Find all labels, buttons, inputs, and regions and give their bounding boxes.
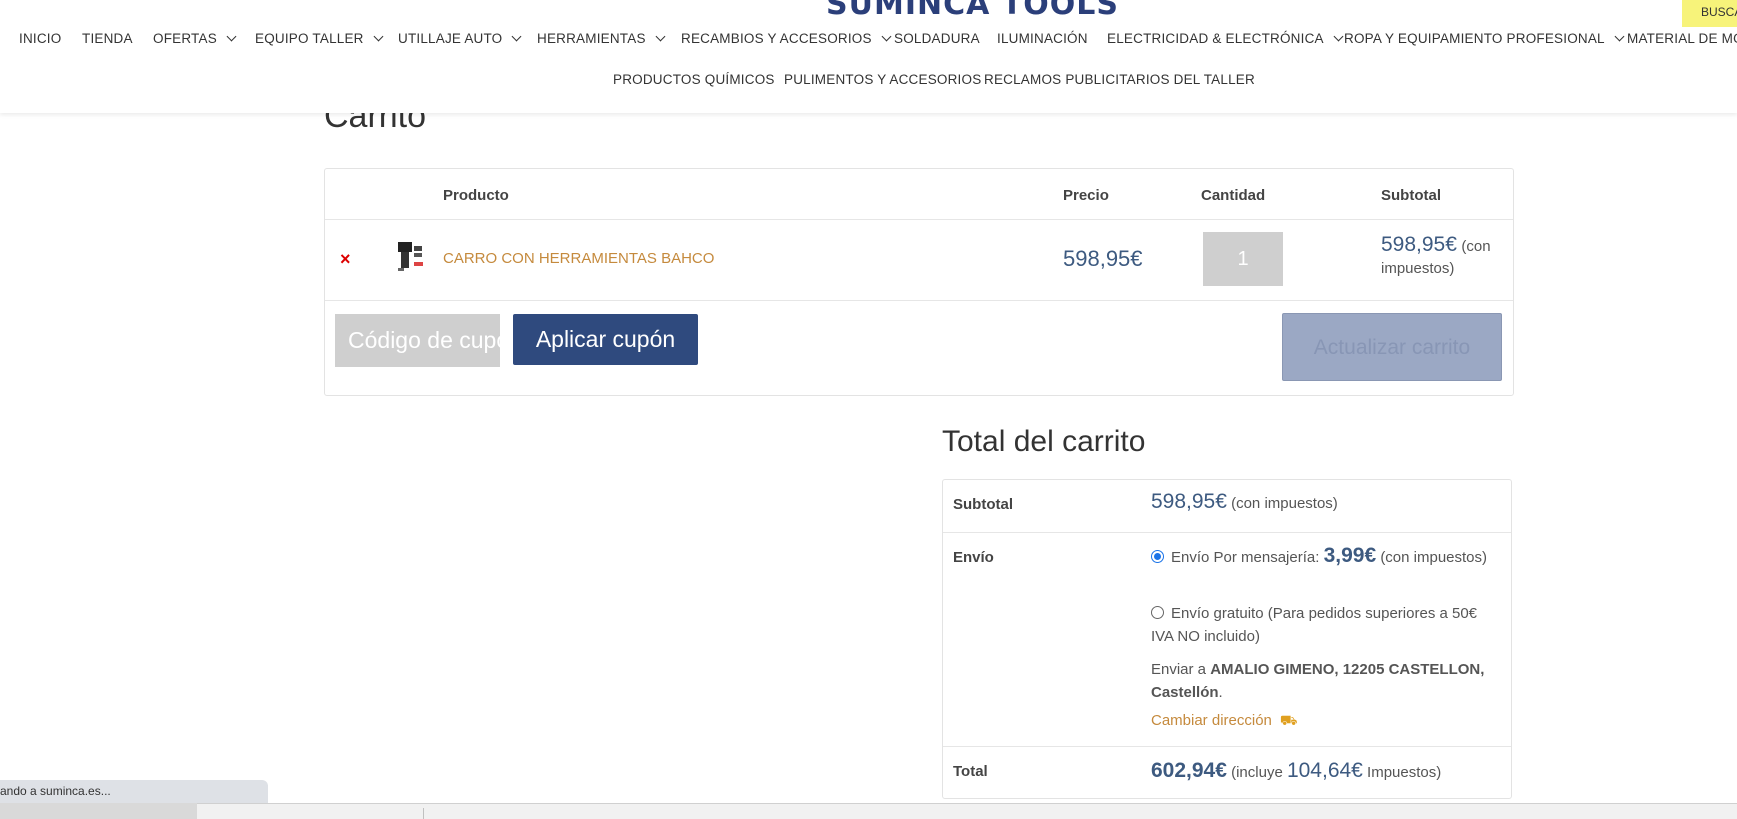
nav-label: OFERTAS [153,31,217,46]
total-tax: 104,64€ [1286,759,1363,782]
taskbar-tab[interactable] [0,803,197,819]
divider [943,532,1511,533]
product-thumbnail[interactable] [396,240,426,272]
total-note-prefix: (incluye [1231,764,1283,781]
site-header: SUMINCA TOOLS BUSCA INICIO TIENDA OFERTA… [0,0,1737,113]
nav-item-quimicos[interactable]: PRODUCTOS QUÍMICOS [613,72,775,87]
nav-item-inicio[interactable]: INICIO [19,31,61,46]
taskbar-divider [423,808,424,819]
item-subtotal: 598,95€ (con impuestos) [1381,234,1511,280]
nav-label: ELECTRICIDAD & ELECTRÓNICA [1107,31,1324,46]
nav-label: ILUMINACIÓN [997,31,1088,46]
nav-item-material[interactable]: MATERIAL DE MO [1627,31,1737,46]
nav-item-soldadura[interactable]: SOLDADURA [894,31,980,46]
nav-item-reclamos[interactable]: RECLAMOS PUBLICITARIOS DEL TALLER [984,72,1255,87]
coupon-code-input[interactable]: Código de cupón [335,314,500,367]
nav-label: RECAMBIOS Y ACCESORIOS [681,31,872,46]
nav-label: INICIO [19,31,62,46]
change-address[interactable]: Cambiar dirección ⛟ [1151,709,1501,732]
search-tab[interactable]: BUSCA [1682,0,1737,27]
nav-item-equipo-taller[interactable]: EQUIPO TALLER [255,31,384,46]
total-label: Total [953,763,988,780]
shipping-courier-note: (con impuestos) [1380,549,1488,566]
cart-totals-table: Subtotal 598,95€ (con impuestos) Envío E… [942,479,1512,799]
subtotal-amount: 598,95€ [1151,490,1227,513]
divider [943,746,1511,747]
nav-label: UTILLAJE AUTO [398,31,503,46]
col-header-quantity: Cantidad [1201,187,1266,204]
col-header-subtotal: Subtotal [1381,187,1441,204]
nav-item-ropa[interactable]: ROPA Y EQUIPAMIENTO PROFESIONAL [1344,31,1625,46]
col-header-product: Producto [443,187,509,204]
nav-item-recambios[interactable]: RECAMBIOS Y ACCESORIOS [681,31,892,46]
shipping-option-free[interactable]: Envío gratuito (Para pedidos superiores … [1151,602,1501,648]
apply-coupon-button[interactable]: Aplicar cupón [513,314,698,365]
cart-table: Producto Precio Cantidad Subtotal × CARR… [324,168,1514,396]
nav-label: HERRAMIENTAS [537,31,646,46]
shipping-courier-price: 3,99€ [1323,544,1377,567]
nav-label: SOLDADURA [894,31,980,46]
total-value: 602,94€ (incluye 104,64€ Impuestos) [1151,759,1501,784]
shipping-label: Envío [953,549,994,566]
nav-item-tienda[interactable]: TIENDA [82,31,133,46]
nav-item-iluminacion[interactable]: ILUMINACIÓN [997,31,1088,46]
subtotal-value: 598,95€ (con impuestos) [1151,490,1501,515]
col-header-price: Precio [1063,187,1109,204]
nav-label: ROPA Y EQUIPAMIENTO PROFESIONAL [1344,31,1605,46]
chevron-down-icon [226,31,237,42]
site-logo[interactable]: SUMINCA TOOLS [826,0,1119,22]
cart-totals-title: Total del carrito [942,425,1146,458]
chevron-down-icon [655,31,666,42]
divider [325,300,1513,301]
product-link[interactable]: CARRO CON HERRAMIENTAS BAHCO [443,250,714,267]
shipping-courier-text: Envío Por mensajería: [1171,549,1320,566]
update-cart-button[interactable]: Actualizar carrito [1282,313,1502,381]
chevron-down-icon [1333,31,1344,42]
quantity-input[interactable]: 1 [1203,232,1283,286]
shipping-option-courier[interactable]: Envío Por mensajería: 3,99€ (con impuest… [1151,544,1501,569]
subtotal-label: Subtotal [953,496,1013,513]
item-price: 598,95€ [1063,246,1143,271]
item-subtotal-amount: 598,95€ [1381,233,1457,256]
total-amount: 602,94€ [1151,759,1227,782]
radio-courier[interactable] [1151,550,1164,563]
chevron-down-icon [1614,31,1625,42]
total-note-suffix: Impuestos) [1367,764,1442,781]
nav-label: EQUIPO TALLER [255,31,364,46]
truck-icon: ⛟ [1279,712,1298,728]
nav-item-pulimentos[interactable]: PULIMENTOS Y ACCESORIOS [784,72,981,87]
nav-item-ofertas[interactable]: OFERTAS [153,31,237,46]
chevron-down-icon [511,31,522,42]
nav-item-electricidad[interactable]: ELECTRICIDAD & ELECTRÓNICA [1107,31,1344,46]
browser-status-bar: ando a suminca.es... [0,780,268,803]
shipping-free-text: Envío gratuito (Para pedidos superiores … [1151,605,1478,645]
nav-item-utillaje-auto[interactable]: UTILLAJE AUTO [398,31,522,46]
nav-label: TIENDA [82,31,133,46]
ship-to-prefix: Enviar a [1151,661,1207,678]
radio-free[interactable] [1151,606,1164,619]
ship-to: Enviar a AMALIO GIMENO, 12205 CASTELLON,… [1151,661,1485,701]
subtotal-note: (con impuestos) [1231,495,1338,512]
chevron-down-icon [881,31,892,42]
nav-label: MATERIAL DE MO [1627,31,1737,46]
taskbar [0,803,1737,819]
chevron-down-icon [373,31,384,42]
nav-item-herramientas[interactable]: HERRAMIENTAS [537,31,666,46]
remove-item-icon[interactable]: × [340,249,351,270]
divider [325,219,1513,220]
change-address-link[interactable]: Cambiar dirección [1151,712,1272,729]
